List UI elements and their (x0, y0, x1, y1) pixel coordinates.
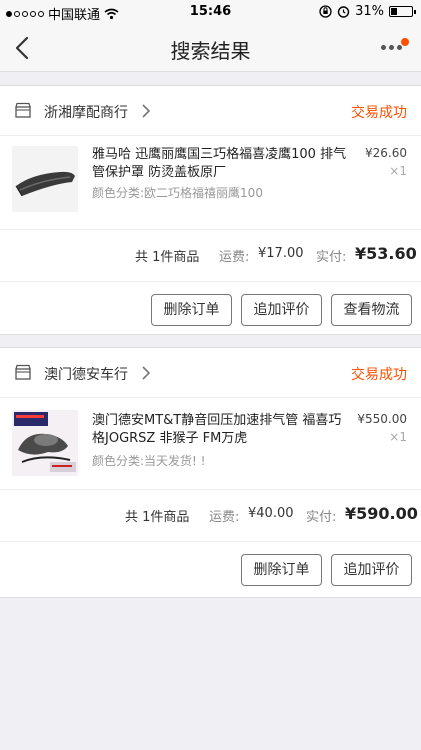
shipping-label: 运费: (209, 510, 240, 525)
product-thumbnail[interactable] (12, 410, 78, 476)
status-right: 31% (319, 4, 416, 19)
paid-amount: ¥590.00 (345, 504, 418, 523)
chevron-right-icon (142, 366, 151, 380)
product-price: ¥550.00 (357, 412, 407, 426)
product-title[interactable]: 雅马哈 迅鹰丽鹰国三巧格福喜凌鹰100 排气管保护罩 防烫盖板原厂 (92, 146, 350, 182)
add-review-button[interactable]: 追加评价 (241, 294, 322, 326)
shop-icon (15, 102, 31, 118)
order-header[interactable]: 澳门德安车行 交易成功 (0, 348, 421, 398)
order-actions: 删除订单 追加评价 (0, 542, 421, 596)
view-logistics-button[interactable]: 查看物流 (331, 294, 412, 326)
status-bar: 中国联通 15:46 31% (0, 0, 421, 24)
nav-bar: 搜索结果 (0, 24, 421, 72)
exhaust-pipe-image (12, 410, 78, 476)
rotation-lock-icon (319, 5, 332, 18)
shop-name[interactable]: 澳门德安车行 (44, 364, 128, 384)
order-summary: 共 1件商品 运费: ¥17.00 实付: ¥53.60 (0, 230, 421, 282)
order-actions: 删除订单 追加评价 查看物流 (0, 282, 421, 336)
product-quantity: ×1 (389, 164, 407, 178)
exhaust-shield-image (12, 146, 78, 212)
delete-order-button[interactable]: 删除订单 (151, 294, 232, 326)
chevron-right-icon (142, 104, 151, 118)
more-button[interactable] (381, 38, 409, 58)
order-header[interactable]: 浙湘摩配商行 交易成功 (0, 86, 421, 136)
alarm-icon (337, 6, 350, 18)
shop-icon (15, 364, 31, 380)
page-title: 搜索结果 (170, 39, 251, 63)
product-thumbnail[interactable] (12, 146, 78, 212)
battery-percent: 31% (355, 4, 384, 19)
paid-amount: ¥53.60 (355, 244, 417, 263)
paid-label: 实付: (306, 510, 337, 525)
order-status: 交易成功 (351, 105, 407, 121)
shipping-fee: ¥17.00 (258, 246, 304, 261)
order-card: 澳门德安车行 交易成功 澳门德安MT&T静音回压加速排气管 福喜巧格JOGRSZ… (0, 347, 421, 598)
item-count: 共 1件商品 (125, 510, 190, 525)
delete-order-button[interactable]: 删除订单 (241, 554, 322, 586)
battery-icon (389, 6, 416, 17)
add-review-button[interactable]: 追加评价 (331, 554, 412, 586)
shipping-label: 运费: (219, 250, 250, 265)
notification-dot (401, 38, 409, 46)
shop-name[interactable]: 浙湘摩配商行 (44, 102, 128, 122)
order-status: 交易成功 (351, 367, 407, 383)
order-card: 浙湘摩配商行 交易成功 雅马哈 迅鹰丽鹰国三巧格福喜凌鹰100 排气管保护罩 防… (0, 85, 421, 335)
order-item[interactable]: 澳门德安MT&T静音回压加速排气管 福喜巧格JOGRSZ 非猴子 FM万虎 颜色… (0, 398, 421, 490)
paid-label: 实付: (316, 250, 347, 265)
item-count: 共 1件商品 (135, 250, 200, 265)
shipping-fee: ¥40.00 (248, 506, 294, 521)
product-variant: 颜色分类:欧二巧格福禧丽鹰100 (92, 186, 263, 200)
product-quantity: ×1 (389, 430, 407, 444)
order-summary: 共 1件商品 运费: ¥40.00 实付: ¥590.00 (0, 490, 421, 542)
product-price: ¥26.60 (365, 146, 407, 160)
product-title[interactable]: 澳门德安MT&T静音回压加速排气管 福喜巧格JOGRSZ 非猴子 FM万虎 (92, 412, 350, 448)
order-item[interactable]: 雅马哈 迅鹰丽鹰国三巧格福喜凌鹰100 排气管保护罩 防烫盖板原厂 颜色分类:欧… (0, 136, 421, 230)
product-variant: 颜色分类:当天发货! ! (92, 454, 206, 468)
more-icon (381, 45, 402, 50)
